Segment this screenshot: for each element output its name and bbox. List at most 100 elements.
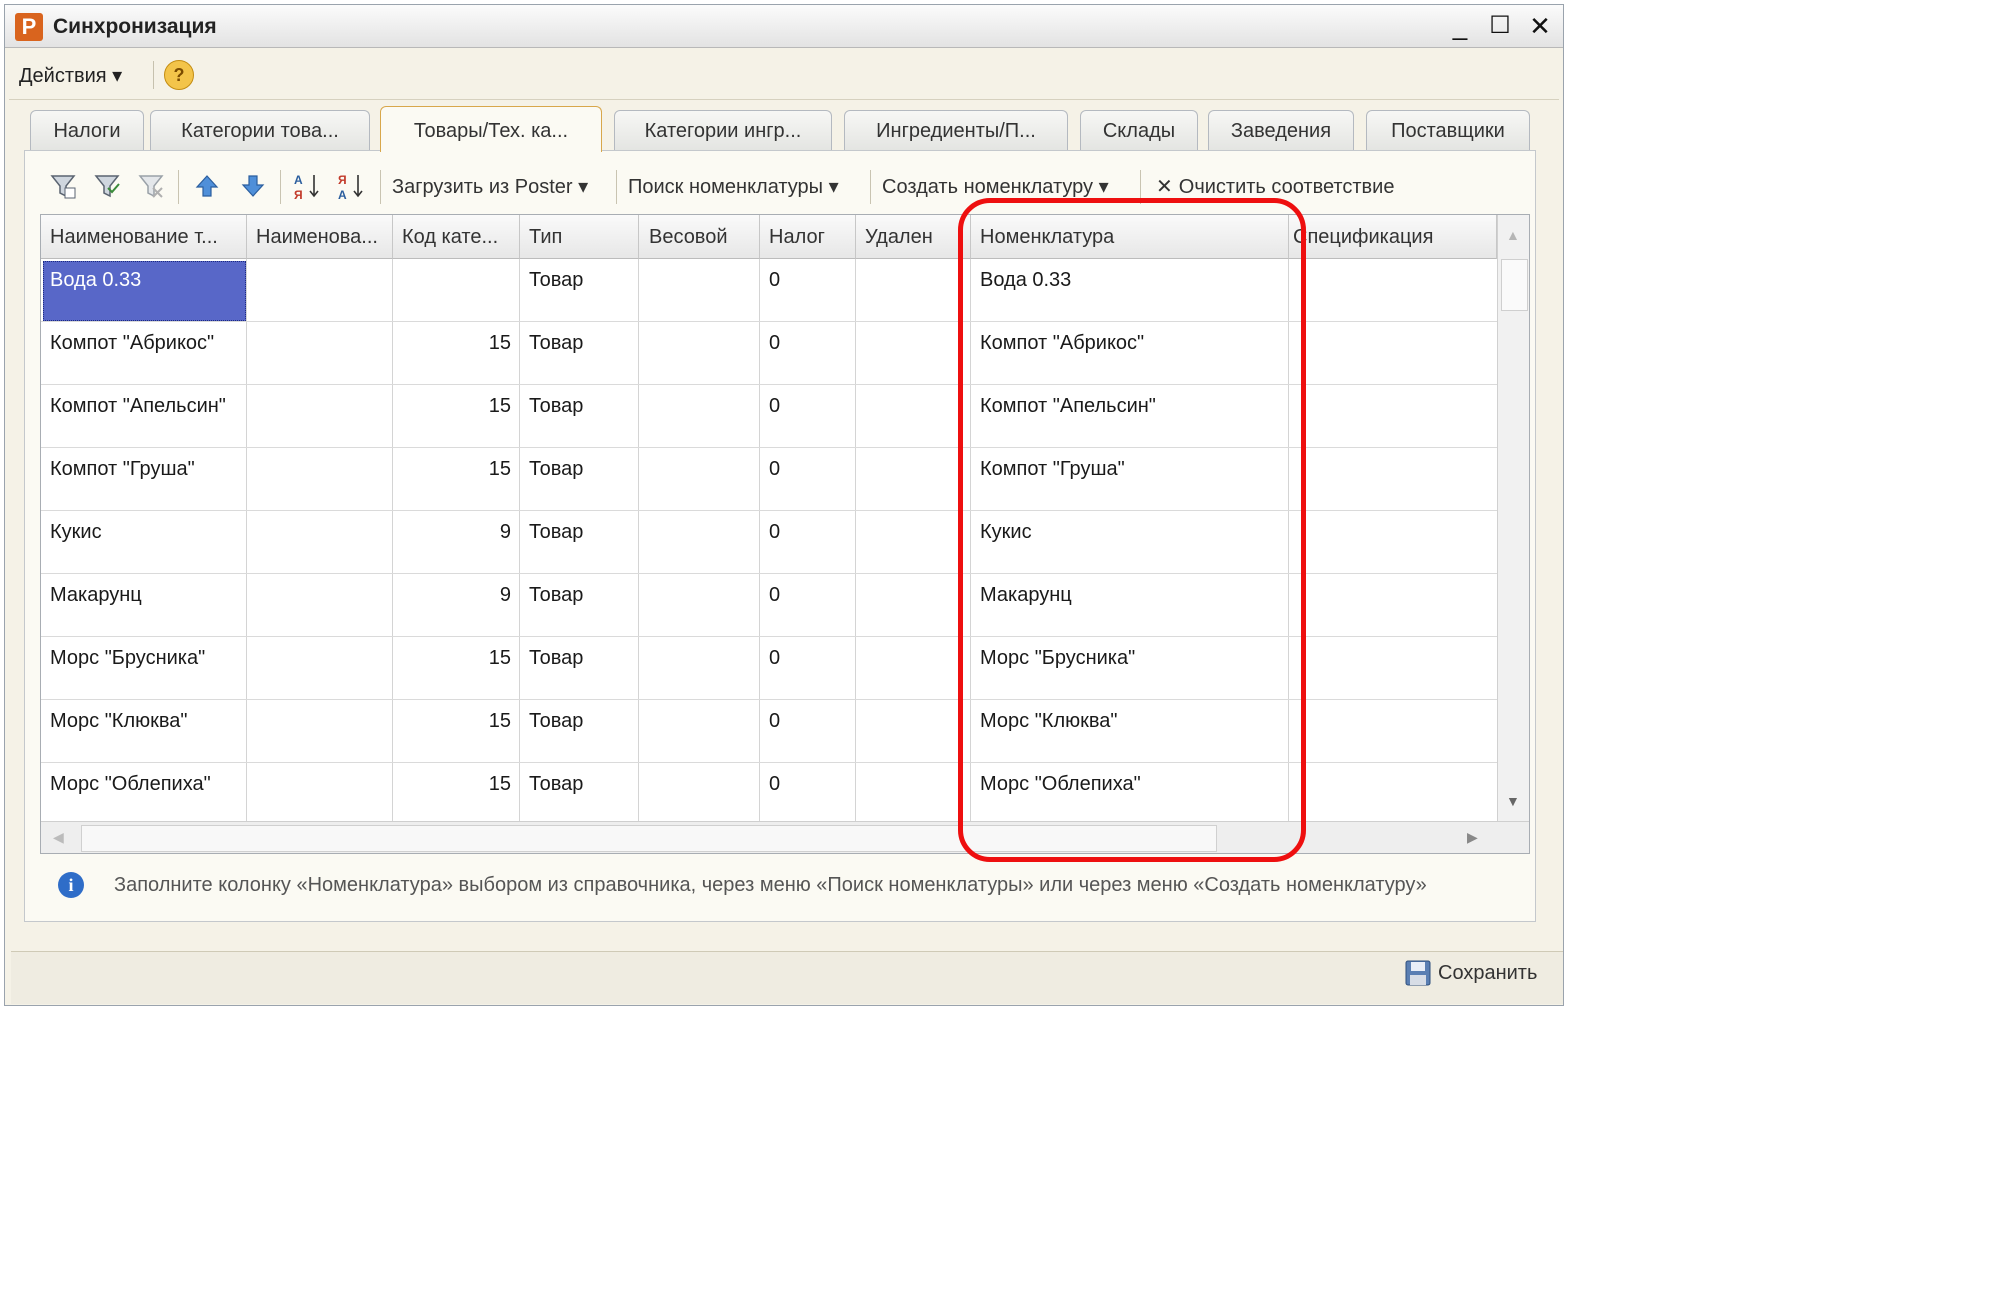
save-button[interactable]: Сохранить: [1404, 956, 1537, 990]
cell-category-code[interactable]: 15: [391, 771, 511, 797]
products-table[interactable]: Наименование т... Наименова... Код кате.…: [40, 214, 1530, 854]
tab-products-tech-cards[interactable]: Товары/Тех. ка...: [380, 106, 602, 152]
scroll-down-icon[interactable]: ▼: [1506, 793, 1520, 809]
column-header-nomenclature[interactable]: Номенклатура: [971, 215, 1289, 259]
load-from-poster-button[interactable]: Загрузить из Poster ▾: [392, 174, 588, 199]
scroll-left-icon[interactable]: ◀: [53, 829, 64, 846]
cell-tax[interactable]: 0: [769, 456, 849, 482]
cell-nomenclature[interactable]: Морс "Клюква": [980, 708, 1280, 734]
column-header-specification[interactable]: Спецификация: [1289, 215, 1497, 259]
cell-tax[interactable]: 0: [769, 645, 849, 671]
cell-tax[interactable]: 0: [769, 393, 849, 419]
help-icon[interactable]: ?: [164, 60, 194, 90]
move-down-icon[interactable]: [238, 170, 268, 202]
info-message: Заполните колонку «Номенклатура» выбором…: [114, 874, 1427, 896]
cell-tax[interactable]: 0: [769, 771, 849, 797]
column-header-weight[interactable]: Весовой: [639, 215, 760, 259]
search-nomenclature-button[interactable]: Поиск номенклатуры ▾: [628, 174, 839, 199]
column-header-category-code[interactable]: Код кате...: [393, 215, 520, 259]
cell-tax[interactable]: 0: [769, 267, 849, 293]
cell-nomenclature[interactable]: Компот "Абрикос": [980, 330, 1280, 356]
tab-ingredients[interactable]: Ингредиенты/П...: [844, 110, 1068, 150]
cell-category-code[interactable]: 15: [391, 645, 511, 671]
cell-nomenclature[interactable]: Макарунц: [980, 582, 1280, 608]
app-logo-icon: P: [15, 13, 43, 41]
toolbar-separator: [380, 170, 381, 204]
toolbar-separator: [1140, 170, 1141, 204]
column-header-type[interactable]: Тип: [520, 215, 639, 259]
cell-category-code[interactable]: 15: [391, 456, 511, 482]
cell-type[interactable]: Товар: [529, 708, 639, 734]
tab-ingredient-categories[interactable]: Категории ингр...: [614, 110, 832, 150]
window-title: Синхронизация: [53, 15, 217, 38]
cell-nomenclature[interactable]: Морс "Брусника": [980, 645, 1280, 671]
cell-name[interactable]: Компот "Апельсин": [50, 393, 240, 419]
create-nomenclature-button[interactable]: Создать номенклатуру ▾: [882, 174, 1109, 199]
cell-type[interactable]: Товар: [529, 330, 639, 356]
svg-text:A: A: [338, 188, 347, 201]
maximize-button[interactable]: ☐: [1483, 11, 1517, 41]
cell-name[interactable]: Компот "Груша": [50, 456, 240, 482]
move-up-icon[interactable]: [192, 170, 222, 202]
tab-taxes[interactable]: Налоги: [30, 110, 144, 150]
clear-mapping-button[interactable]: ✕ Очистить соответствие: [1156, 174, 1394, 199]
tab-suppliers[interactable]: Поставщики: [1366, 110, 1530, 150]
vertical-scrollbar[interactable]: ▲ ▼: [1497, 215, 1529, 821]
close-button[interactable]: ✕: [1523, 11, 1557, 41]
sort-descending-icon[interactable]: ЯA: [336, 170, 366, 202]
cell-nomenclature[interactable]: Компот "Груша": [980, 456, 1280, 482]
cell-tax[interactable]: 0: [769, 708, 849, 734]
cell-category-code[interactable]: 15: [391, 708, 511, 734]
cell-type[interactable]: Товар: [529, 582, 639, 608]
cell-type[interactable]: Товар: [529, 645, 639, 671]
tab-establishments[interactable]: Заведения: [1208, 110, 1354, 150]
cell-type[interactable]: Товар: [529, 519, 639, 545]
cell-nomenclature[interactable]: Морс "Облепиха": [980, 771, 1280, 797]
tab-warehouses[interactable]: Склады: [1080, 110, 1198, 150]
cell-tax[interactable]: 0: [769, 582, 849, 608]
scroll-right-icon[interactable]: ▶: [1467, 829, 1478, 846]
tab-product-categories[interactable]: Категории това...: [150, 110, 370, 150]
toolbar-separator: [280, 170, 281, 204]
cell-tax[interactable]: 0: [769, 519, 849, 545]
cell-type[interactable]: Товар: [529, 456, 639, 482]
cell-type[interactable]: Товар: [529, 393, 639, 419]
vertical-scroll-thumb[interactable]: [1501, 259, 1528, 311]
filter-set-icon[interactable]: [48, 170, 78, 202]
save-label: Сохранить: [1438, 961, 1538, 984]
info-icon: i: [58, 872, 84, 898]
cell-type[interactable]: Товар: [529, 267, 639, 293]
svg-text:A: A: [294, 173, 303, 187]
column-header-name[interactable]: Наименование т...: [41, 215, 247, 259]
cell-name[interactable]: Вода 0.33: [50, 267, 240, 293]
cell-type[interactable]: Товар: [529, 771, 639, 797]
cell-name[interactable]: Морс "Брусника": [50, 645, 240, 671]
minimize-button[interactable]: _: [1443, 11, 1477, 41]
horizontal-scroll-thumb[interactable]: [81, 825, 1217, 852]
horizontal-scrollbar[interactable]: ◀ ▶: [41, 821, 1529, 853]
column-header-tax[interactable]: Налог: [760, 215, 856, 259]
cell-name[interactable]: Кукис: [50, 519, 240, 545]
cell-category-code[interactable]: 15: [391, 330, 511, 356]
cell-name[interactable]: Морс "Клюква": [50, 708, 240, 734]
close-icon: ✕: [1156, 176, 1173, 198]
cell-category-code[interactable]: 9: [391, 582, 511, 608]
cell-tax[interactable]: 0: [769, 330, 849, 356]
cell-nomenclature[interactable]: Компот "Апельсин": [980, 393, 1280, 419]
svg-text:Я: Я: [294, 188, 303, 201]
column-header-name2[interactable]: Наименова...: [247, 215, 393, 259]
cell-name[interactable]: Компот "Абрикос": [50, 330, 240, 356]
filter-history-icon[interactable]: [92, 170, 122, 202]
cell-nomenclature[interactable]: Вода 0.33: [980, 267, 1280, 293]
scroll-up-icon[interactable]: ▲: [1506, 227, 1520, 243]
cell-name[interactable]: Макарунц: [50, 582, 240, 608]
sort-ascending-icon[interactable]: AЯ: [292, 170, 322, 202]
title-bar[interactable]: P Синхронизация _ ☐ ✕: [5, 5, 1563, 48]
filter-clear-icon[interactable]: [136, 170, 166, 202]
cell-name[interactable]: Морс "Облепиха": [50, 771, 240, 797]
column-header-deleted[interactable]: Удален: [856, 215, 971, 259]
cell-nomenclature[interactable]: Кукис: [980, 519, 1280, 545]
cell-category-code[interactable]: 15: [391, 393, 511, 419]
actions-menu[interactable]: Действия ▾: [19, 63, 122, 88]
cell-category-code[interactable]: 9: [391, 519, 511, 545]
